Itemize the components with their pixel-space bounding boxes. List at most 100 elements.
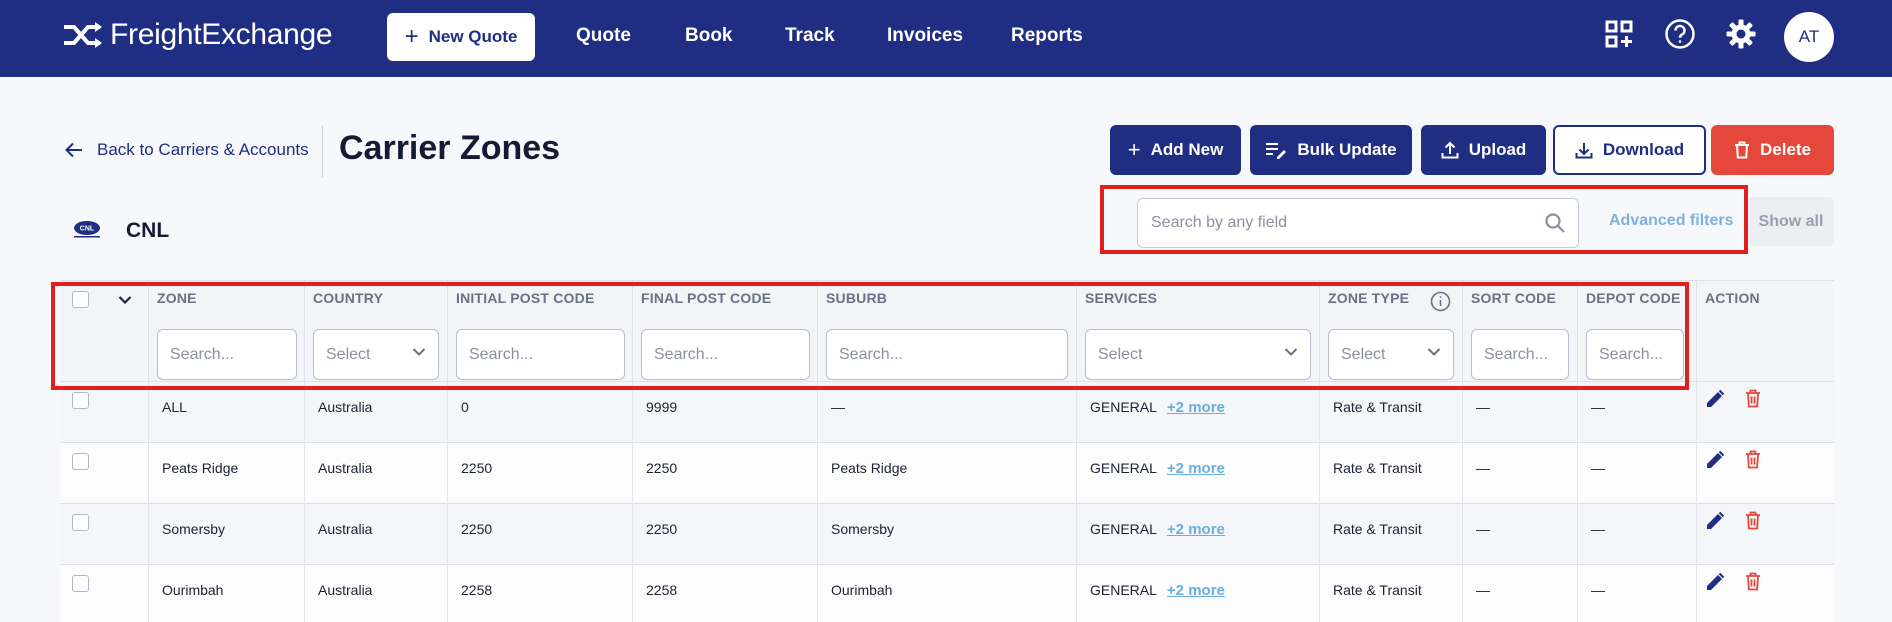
more-services-link[interactable]: +2 more: [1167, 521, 1225, 538]
search-icon[interactable]: [1544, 212, 1566, 234]
select-all-checkbox[interactable]: [72, 291, 89, 308]
edit-icon[interactable]: [1705, 572, 1725, 592]
zone-filter-input[interactable]: [170, 345, 296, 364]
services-cell: GENERAL +2 more: [1076, 504, 1319, 565]
gear-icon[interactable]: [1724, 17, 1758, 51]
chevron-down-icon[interactable]: [118, 295, 132, 305]
upload-button[interactable]: Upload: [1421, 125, 1546, 175]
trash-icon[interactable]: [1745, 450, 1761, 469]
col-final-post-code: FINAL POST CODE: [632, 281, 817, 383]
table-row: Ourimbah Australia 2258 2258 Ourimbah GE…: [60, 565, 1834, 622]
nav-link-track[interactable]: Track: [785, 25, 835, 47]
brand-logo[interactable]: FreightExchange: [62, 18, 333, 52]
row-checkbox[interactable]: [72, 392, 89, 409]
upload-label: Upload: [1468, 140, 1527, 159]
global-search-box: [1137, 198, 1579, 248]
info-icon[interactable]: [1430, 291, 1451, 312]
zone-filter: [157, 329, 297, 380]
trash-icon[interactable]: [1745, 389, 1761, 408]
services-select[interactable]: Select: [1085, 329, 1311, 380]
top-navbar: FreightExchange + New Quote Quote Book T…: [0, 0, 1892, 77]
more-services-link[interactable]: +2 more: [1167, 582, 1225, 599]
new-quote-button[interactable]: + New Quote: [387, 13, 535, 61]
edit-icon[interactable]: [1705, 389, 1725, 409]
more-services-link[interactable]: +2 more: [1167, 460, 1225, 477]
carrier-logo-text: CNL: [80, 226, 95, 233]
upload-icon: [1441, 141, 1459, 159]
zone-type-select-value: Select: [1341, 345, 1386, 363]
zone-cell: Somersby: [148, 504, 304, 565]
plus-icon: +: [404, 23, 419, 50]
more-services-link[interactable]: +2 more: [1167, 399, 1225, 416]
sort-code-cell: —: [1462, 382, 1577, 443]
bulk-update-button[interactable]: Bulk Update: [1250, 125, 1412, 175]
country-cell: Australia: [304, 382, 447, 443]
advanced-filters-link[interactable]: Advanced filters: [1609, 212, 1733, 230]
zone-type-cell: Rate & Transit: [1319, 382, 1462, 443]
download-label: Download: [1602, 140, 1685, 159]
final-post-code-cell: 2258: [632, 565, 817, 622]
depot-code-filter-input[interactable]: [1599, 345, 1683, 364]
suburb-filter-input[interactable]: [839, 345, 1067, 364]
edit-icon[interactable]: [1705, 511, 1725, 531]
row-checkbox[interactable]: [72, 453, 89, 470]
brand-name: FreightExchange: [110, 18, 333, 51]
global-search-input[interactable]: [1138, 199, 1528, 247]
user-avatar[interactable]: AT: [1784, 12, 1834, 62]
depot-code-cell: —: [1577, 443, 1696, 504]
initial-post-code-filter-input[interactable]: [469, 345, 624, 364]
sort-code-cell: —: [1462, 565, 1577, 622]
col-country-label: COUNTRY: [313, 290, 384, 306]
nav-link-reports[interactable]: Reports: [1011, 25, 1083, 47]
table-header: ZONE COUNTRY Select INITIAL POST CODE FI…: [60, 280, 1834, 383]
country-select[interactable]: Select: [313, 329, 439, 380]
col-depot-code-label: DEPOT CODE: [1586, 290, 1681, 306]
initial-post-code-cell: 2250: [447, 504, 632, 565]
sort-code-filter: [1471, 329, 1569, 380]
final-post-code-cell: 2250: [632, 443, 817, 504]
back-to-carriers-link[interactable]: Back to Carriers & Accounts: [65, 140, 309, 160]
depot-code-filter: [1586, 329, 1684, 380]
col-country: COUNTRY Select: [304, 281, 447, 383]
suburb-cell: Ourimbah: [817, 565, 1076, 622]
download-button[interactable]: Download: [1553, 125, 1706, 175]
row-checkbox[interactable]: [72, 575, 89, 592]
header-divider: [322, 126, 323, 177]
action-cell: [1696, 504, 1834, 565]
nav-link-invoices[interactable]: Invoices: [887, 25, 963, 47]
col-services: SERVICES Select: [1076, 281, 1319, 383]
trash-icon[interactable]: [1745, 511, 1761, 530]
chevron-down-icon: [412, 348, 426, 356]
trash-icon[interactable]: [1745, 572, 1761, 591]
new-quote-label: New Quote: [428, 27, 518, 46]
suburb-cell: —: [817, 382, 1076, 443]
service-value: GENERAL: [1090, 460, 1157, 476]
select-column-header: [60, 281, 148, 383]
sort-code-filter-input[interactable]: [1484, 345, 1568, 364]
add-new-button[interactable]: + Add New: [1110, 125, 1241, 175]
help-icon[interactable]: [1663, 17, 1697, 51]
edit-icon[interactable]: [1705, 450, 1725, 470]
service-value: GENERAL: [1090, 582, 1157, 598]
zone-type-select[interactable]: Select: [1328, 329, 1454, 380]
delete-button[interactable]: Delete: [1711, 125, 1834, 175]
row-checkbox[interactable]: [72, 514, 89, 531]
country-cell: Australia: [304, 504, 447, 565]
trash-icon: [1734, 141, 1749, 159]
apps-add-icon[interactable]: [1602, 17, 1636, 51]
suburb-cell: Peats Ridge: [817, 443, 1076, 504]
page-title: Carrier Zones: [339, 129, 561, 167]
initial-post-code-filter: [456, 329, 625, 380]
country-select-value: Select: [326, 345, 371, 363]
table-row: ALL Australia 0 9999 — GENERAL +2 more Ra…: [60, 382, 1834, 443]
show-all-button[interactable]: Show all: [1748, 197, 1834, 246]
nav-link-book[interactable]: Book: [685, 25, 733, 47]
final-post-code-filter-input[interactable]: [654, 345, 809, 364]
service-value: GENERAL: [1090, 399, 1157, 415]
back-link-label: Back to Carriers & Accounts: [97, 140, 309, 159]
col-services-label: SERVICES: [1085, 290, 1158, 306]
col-zone: ZONE: [148, 281, 304, 383]
action-cell: [1696, 382, 1834, 443]
nav-link-quote[interactable]: Quote: [576, 25, 631, 47]
add-new-label: Add New: [1150, 140, 1224, 159]
